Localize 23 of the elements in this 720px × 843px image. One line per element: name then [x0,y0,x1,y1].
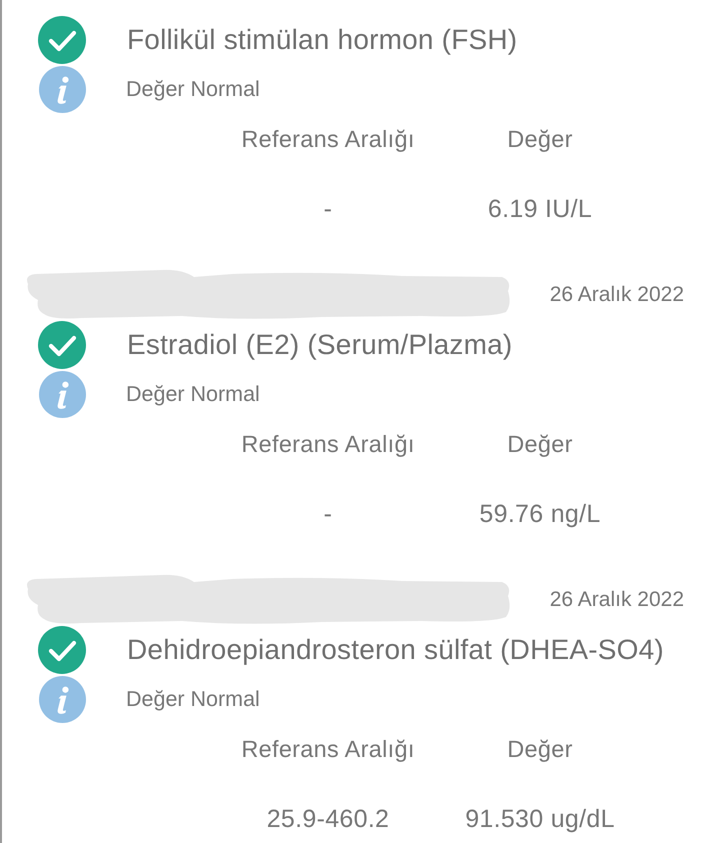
result-value: 91.530 ug/dL [465,804,615,834]
reference-range: - [324,194,332,224]
info-icon[interactable] [39,371,86,418]
result-value: 59.76 ng/L [479,498,601,530]
reference-range: 25.9-460.2 [266,804,390,834]
result-date: 26 Aralık 2022 [550,588,684,612]
result-status: Değer Normal [126,77,260,102]
reference-range: - [324,498,332,530]
result-status: Değer Normal [126,687,260,712]
info-icon[interactable] [39,66,86,113]
test-name: Follikül stimülan hormon (FSH) [127,24,518,56]
column-header: Değer [507,125,573,154]
result-value: 6.19 IU/L [488,194,592,224]
column-header: Değer [507,735,573,764]
column-header: Referans Aralığı [241,430,415,459]
result-date: 26 Aralık 2022 [550,283,684,307]
result-status: Değer Normal [126,382,260,407]
test-name: Dehidroepiandrosteron sülfat (DHEA-SO4) [127,634,664,666]
column-header: Referans Aralığı [241,735,415,764]
column-header: Değer [507,430,573,459]
column-header: Referans Aralığı [241,125,415,154]
test-name: Estradiol (E2) (Serum/Plazma) [127,329,512,361]
info-icon[interactable] [39,676,86,723]
